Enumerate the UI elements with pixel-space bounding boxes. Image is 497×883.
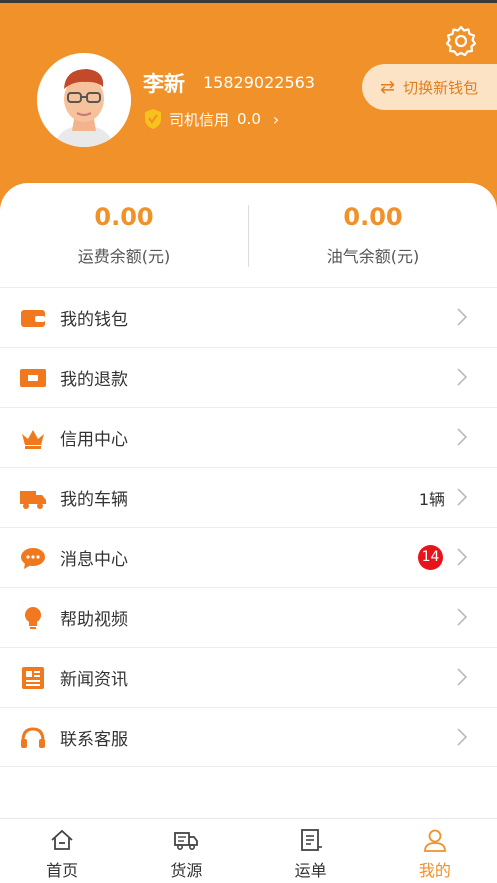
crown-icon xyxy=(22,430,44,449)
person-icon xyxy=(423,829,446,852)
credit-link[interactable]: 司机信用 0.0 › xyxy=(143,108,279,130)
credit-label: 司机信用 xyxy=(169,110,230,129)
avatar[interactable] xyxy=(37,53,131,147)
fuel-balance[interactable]: 0.00 油气余额(元) xyxy=(249,203,497,267)
chevron-right-icon xyxy=(457,608,468,626)
chevron-right-icon xyxy=(457,728,468,746)
menu-item-customer-service[interactable]: 联系客服 xyxy=(0,707,497,767)
user-phone: 15829022563 xyxy=(203,73,315,92)
freight-balance-amount: 0.00 xyxy=(94,203,154,231)
fuel-balance-amount: 0.00 xyxy=(343,203,403,231)
menu-item-label: 我的退款 xyxy=(60,370,128,390)
menu-item-help-videos[interactable]: 帮助视频 xyxy=(0,587,497,647)
chevron-right-icon xyxy=(457,488,468,506)
settings-gear-icon[interactable] xyxy=(444,24,478,58)
wallet-icon xyxy=(21,310,45,327)
menu-item-news[interactable]: 新闻资讯 xyxy=(0,647,497,707)
fuel-balance-label: 油气余额(元) xyxy=(326,247,420,266)
menu-item-label: 消息中心 xyxy=(60,550,128,570)
newspaper-icon xyxy=(22,667,44,689)
tab-label: 运单 xyxy=(294,861,327,880)
switch-wallet-label: 切换新钱包 xyxy=(403,78,479,97)
menu-item-label: 我的钱包 xyxy=(60,310,128,330)
menu-item-refund[interactable]: 我的退款 xyxy=(0,347,497,407)
switch-wallet-button[interactable]: ⇄ 切换新钱包 xyxy=(362,64,497,110)
tab-label: 我的 xyxy=(418,861,451,880)
chevron-right-icon xyxy=(457,308,468,326)
vehicle-count: 1辆 xyxy=(418,489,445,509)
bottom-tab-bar: 首页 货源 运单 我的 xyxy=(0,818,497,883)
tab-cargo[interactable]: 货源 xyxy=(124,819,248,883)
freight-balance-label: 运费余额(元) xyxy=(77,247,171,266)
home-icon xyxy=(51,829,73,850)
unread-badge: 14 xyxy=(418,545,443,570)
menu-spacer xyxy=(0,766,497,818)
credit-value: 0.0 xyxy=(237,110,261,128)
user-name: 李新 xyxy=(143,72,185,96)
chevron-right-icon xyxy=(457,548,468,566)
headset-icon xyxy=(21,727,45,748)
chevron-right-icon xyxy=(457,668,468,686)
menu-item-credit-center[interactable]: 信用中心 xyxy=(0,407,497,467)
menu-item-label: 我的车辆 xyxy=(60,490,128,510)
menu-item-label: 新闻资讯 xyxy=(60,670,128,690)
tab-mine[interactable]: 我的 xyxy=(373,819,497,883)
menu-item-label: 信用中心 xyxy=(60,430,128,450)
swap-arrows-icon: ⇄ xyxy=(380,76,396,98)
chevron-right-icon: › xyxy=(272,109,280,129)
refund-card-icon xyxy=(20,369,46,387)
waybill-icon xyxy=(300,829,322,851)
menu-list: 我的钱包 我的退款 信用中心 我的车辆 1辆 消息中心 14 帮助视频 新闻资讯… xyxy=(0,287,497,767)
tab-label: 首页 xyxy=(46,861,79,880)
tab-home[interactable]: 首页 xyxy=(0,819,124,883)
chat-bubble-icon xyxy=(21,548,45,569)
chevron-right-icon xyxy=(457,368,468,386)
tab-waybill[interactable]: 运单 xyxy=(249,819,373,883)
truck-icon xyxy=(20,491,46,509)
menu-item-label: 帮助视频 xyxy=(60,610,128,630)
cargo-truck-icon xyxy=(174,832,199,850)
menu-item-label: 联系客服 xyxy=(60,730,128,750)
menu-item-wallet[interactable]: 我的钱包 xyxy=(0,287,497,347)
chevron-right-icon xyxy=(457,428,468,446)
menu-item-messages[interactable]: 消息中心 14 xyxy=(0,527,497,587)
tab-label: 货源 xyxy=(170,861,203,880)
balance-card: 0.00 运费余额(元) 0.00 油气余额(元) xyxy=(0,183,497,287)
lightbulb-icon xyxy=(25,607,41,629)
menu-item-vehicles[interactable]: 我的车辆 1辆 xyxy=(0,467,497,527)
freight-balance[interactable]: 0.00 运费余额(元) xyxy=(0,203,248,267)
shield-icon xyxy=(145,109,161,129)
